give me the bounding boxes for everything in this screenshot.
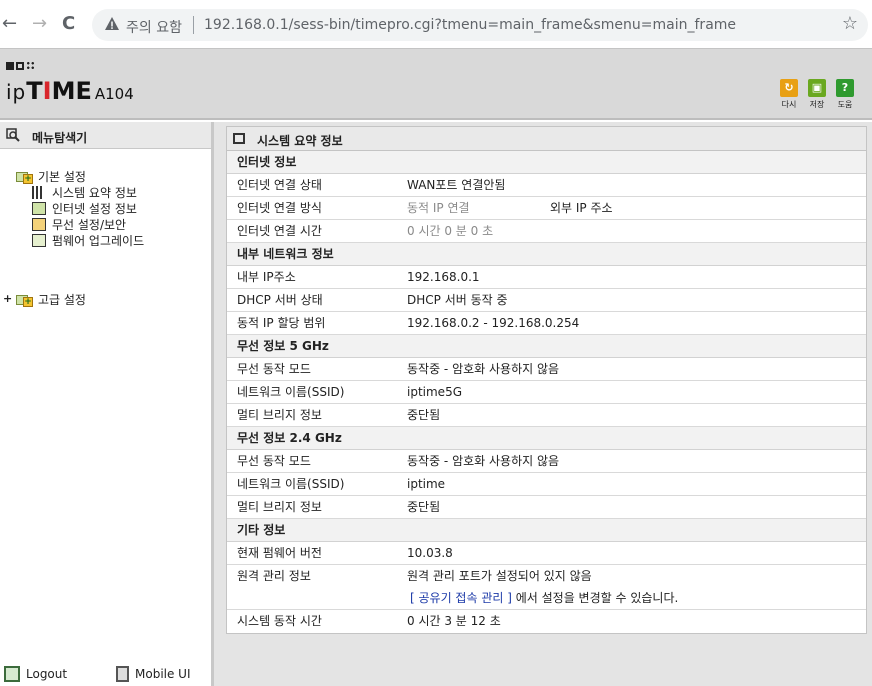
menu-firmware-upgrade[interactable]: 펌웨어 업그레이드 <box>32 232 144 249</box>
section-etc: 기타 정보 <box>227 519 866 542</box>
mobile-ui-button[interactable]: Mobile UI <box>116 666 191 682</box>
address-bar[interactable]: 주의 요함 192.168.0.1/sess-bin/timepro.cgi?t… <box>92 9 868 41</box>
table-row: 동적 IP 할당 범위 192.168.0.2 - 192.168.0.254 <box>227 312 866 335</box>
menu-advanced-settings[interactable]: + 고급 설정 <box>16 291 86 308</box>
table-row: 내부 IP주소 192.168.0.1 <box>227 266 866 289</box>
remote-access-link[interactable]: [ 공유기 접속 관리 ] <box>410 591 512 605</box>
folder-icon: + <box>16 294 34 307</box>
page-title: 시스템 요약 정보 <box>257 134 343 148</box>
section-internet: 인터넷 정보 <box>227 151 866 174</box>
section-wifi-24ghz: 무선 정보 2.4 GHz <box>227 427 866 450</box>
forward-button[interactable]: → <box>32 12 47 36</box>
section-wifi-5ghz: 무선 정보 5 GHz <box>227 335 866 358</box>
save-icon: ▣ <box>808 79 826 97</box>
wireless-icon <box>32 218 46 231</box>
bookmark-star-icon[interactable]: ☆ <box>842 13 858 34</box>
table-row: 원격 관리 정보 원격 관리 포트가 설정되어 있지 않음 [ 공유기 접속 관… <box>227 565 866 610</box>
table-row: 현재 펌웨어 버전 10.03.8 <box>227 542 866 565</box>
table-row: 시스템 동작 시간 0 시간 3 분 12 초 <box>237 614 501 628</box>
menu-system-summary[interactable]: 시스템 요약 정보 <box>32 184 137 201</box>
monitor-icon <box>32 202 46 215</box>
main-frame: 시스템 요약 정보 인터넷 정보 인터넷 연결 상태 WAN포트 연결안됨 인터… <box>214 122 872 686</box>
menu-wireless-security[interactable]: 무선 설정/보안 <box>32 216 126 233</box>
security-warning[interactable]: 주의 요함 <box>126 17 182 37</box>
section-lan: 내부 네트워크 정보 <box>227 243 866 266</box>
warning-icon <box>105 17 119 30</box>
table-row: 멀티 브리지 정보 중단됨 <box>227 404 866 427</box>
refresh-icon: ↻ <box>780 79 798 97</box>
chart-icon <box>32 186 46 199</box>
search-icon <box>6 128 20 142</box>
logout-button[interactable]: Logout <box>4 666 67 682</box>
menu-internet-settings[interactable]: 인터넷 설정 정보 <box>32 200 137 217</box>
mobile-icon <box>116 666 129 682</box>
folder-icon: + <box>16 171 34 184</box>
help-icon: ? <box>836 79 854 97</box>
menu-basic-settings[interactable]: + 기본 설정 <box>16 168 86 185</box>
table-row: 인터넷 연결 시간 0 시간 0 분 0 초 <box>227 220 866 243</box>
table-row: 인터넷 연결 방식 동적 IP 연결 외부 IP 주소 <box>227 197 866 220</box>
table-row: 무선 동작 모드 동작중 - 암호화 사용하지 않음 <box>227 450 866 473</box>
table-row: 네트워크 이름(SSID) iptime5G <box>227 381 866 404</box>
sidebar-title: 메뉴탐색기 <box>32 131 88 145</box>
iptime-logo: ipTIME A104 <box>6 77 134 105</box>
url-text[interactable]: 192.168.0.1/sess-bin/timepro.cgi?tmenu=m… <box>204 17 736 33</box>
header-tools: ↻ 다시 ▣ 저장 ? 도움 <box>778 79 856 110</box>
router-header: ipTIME A104 ↻ 다시 ▣ 저장 ? 도움 <box>0 48 872 120</box>
model-name: A104 <box>94 85 134 103</box>
omnibox-divider <box>193 16 194 34</box>
grid-logo-icon <box>6 59 37 73</box>
table-row: 네트워크 이름(SSID) iptime <box>227 473 866 496</box>
upgrade-icon <box>32 234 46 247</box>
menu-sidebar: 메뉴탐색기 + 기본 설정 시스템 요약 정보 인터넷 설정 정보 무선 설정/… <box>0 122 214 686</box>
table-row: 무선 동작 모드 동작중 - 암호화 사용하지 않음 <box>227 358 866 381</box>
table-row: DHCP 서버 상태 DHCP 서버 동작 중 <box>227 289 866 312</box>
save-button[interactable]: ▣ 저장 <box>806 79 828 110</box>
reload-button[interactable]: C <box>62 12 75 36</box>
expand-advanced-icon[interactable]: + <box>3 292 12 305</box>
back-button[interactable]: ← <box>2 12 17 36</box>
window-icon <box>233 133 245 144</box>
logout-icon <box>4 666 20 682</box>
table-row: 인터넷 연결 상태 WAN포트 연결안됨 <box>227 174 866 197</box>
system-summary-panel: 시스템 요약 정보 인터넷 정보 인터넷 연결 상태 WAN포트 연결안됨 인터… <box>226 126 867 634</box>
browser-toolbar: ← → C 주의 요함 192.168.0.1/sess-bin/timepro… <box>0 0 872 48</box>
sidebar-footer: Logout Mobile UI <box>0 660 211 686</box>
help-button[interactable]: ? 도움 <box>834 79 856 110</box>
sidebar-header: 메뉴탐색기 <box>0 122 211 149</box>
refresh-button[interactable]: ↻ 다시 <box>778 79 800 110</box>
panel-header: 시스템 요약 정보 <box>227 127 866 151</box>
table-row: 멀티 브리지 정보 중단됨 <box>227 496 866 519</box>
